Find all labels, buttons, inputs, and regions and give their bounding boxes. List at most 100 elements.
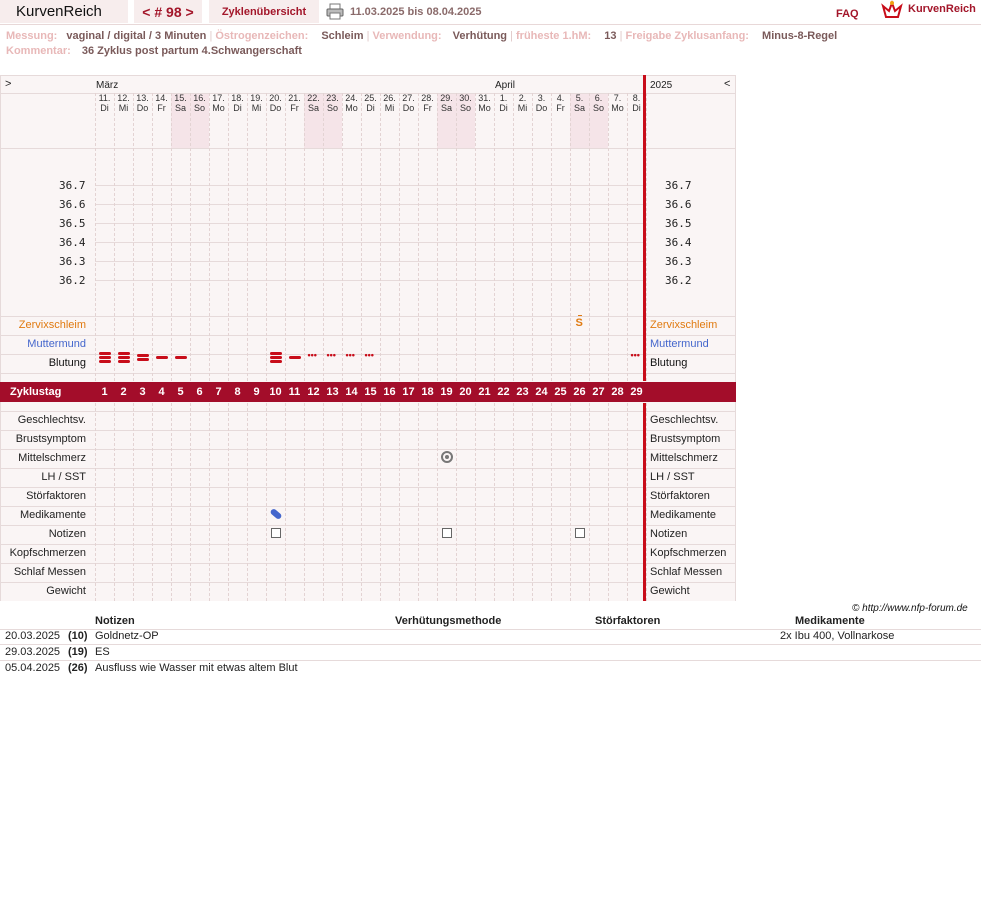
- app-title[interactable]: KurvenReich: [0, 0, 128, 23]
- row-label-left: Gewicht: [46, 585, 86, 597]
- bleeding-mark[interactable]: [269, 360, 282, 363]
- nav-next[interactable]: <: [724, 78, 730, 90]
- printer-icon[interactable]: [326, 3, 344, 20]
- zyklustag-number[interactable]: 15: [361, 382, 380, 402]
- logo-text: KurvenReich: [908, 3, 976, 15]
- grid-vline: [418, 93, 419, 381]
- cycle-navigator[interactable]: < # 98 >: [134, 0, 202, 23]
- temp-label-left: 36.7: [59, 179, 86, 192]
- row-day: (19): [68, 646, 88, 658]
- day-date: 2.: [518, 93, 527, 103]
- mittelschmerz-icon[interactable]: [440, 451, 453, 463]
- zyklustag-number[interactable]: 12: [304, 382, 323, 402]
- zyklustag-number[interactable]: 22: [494, 382, 513, 402]
- bleeding-mark[interactable]: [117, 356, 130, 359]
- oestrogen-value: Schleim: [321, 30, 364, 42]
- zyklustag-number[interactable]: 27: [589, 382, 608, 402]
- day-weekday: Di: [366, 103, 375, 113]
- zyklustag-number[interactable]: 18: [418, 382, 437, 402]
- zyklustag-number[interactable]: 23: [513, 382, 532, 402]
- zyklustag-number[interactable]: 6: [190, 382, 209, 402]
- zyklustag-number[interactable]: 28: [608, 382, 627, 402]
- zyklustag-number[interactable]: 9: [247, 382, 266, 402]
- zervix-mark[interactable]: S: [576, 318, 583, 329]
- zyklustag-number[interactable]: 21: [475, 382, 494, 402]
- grid-vline: [627, 93, 628, 381]
- bleeding-mark[interactable]: [98, 356, 111, 359]
- zyklustag-number[interactable]: 5: [171, 382, 190, 402]
- grid-vline: [209, 403, 210, 601]
- col-verhuetung: Verhütungsmethode: [395, 615, 502, 627]
- spotting-mark[interactable]: •••: [308, 351, 317, 360]
- day-date: 13.: [136, 93, 149, 103]
- zyklustag-number[interactable]: 16: [380, 382, 399, 402]
- zyklustag-number[interactable]: 10: [266, 382, 285, 402]
- grid-vline: [304, 403, 305, 601]
- day-label: 15. Sa: [171, 93, 190, 113]
- zyklustag-number[interactable]: 17: [399, 382, 418, 402]
- bleeding-mark[interactable]: [98, 352, 111, 355]
- bleeding-mark[interactable]: [117, 360, 130, 363]
- zyklustag-number[interactable]: 20: [456, 382, 475, 402]
- grid-vline: [456, 93, 457, 381]
- spotting-mark[interactable]: •••: [631, 351, 640, 360]
- logo[interactable]: KurvenReich: [880, 0, 980, 20]
- day-weekday: Do: [269, 103, 282, 113]
- faq-link[interactable]: FAQ: [836, 2, 859, 25]
- day-label: 17. Mo: [209, 93, 228, 113]
- temp-label-left: 36.6: [59, 198, 86, 211]
- bleeding-mark[interactable]: [269, 356, 282, 359]
- cycle-overview-link[interactable]: Zyklenübersicht: [209, 0, 319, 23]
- bleeding-mark[interactable]: [117, 352, 130, 355]
- zyklustag-number[interactable]: 25: [551, 382, 570, 402]
- zyklustag-number[interactable]: 1: [95, 382, 114, 402]
- nav-prev[interactable]: >: [5, 78, 11, 90]
- grid-vline: [608, 93, 609, 381]
- grid-vline: [532, 93, 533, 381]
- zyklustag-number[interactable]: 11: [285, 382, 304, 402]
- freigabe-value: Minus-8-Regel: [762, 30, 838, 42]
- zyklustag-number[interactable]: 8: [228, 382, 247, 402]
- zyklustag-number[interactable]: 7: [209, 382, 228, 402]
- note-icon[interactable]: [441, 528, 452, 538]
- note-icon[interactable]: [574, 528, 585, 538]
- spotting-mark[interactable]: •••: [365, 351, 374, 360]
- temp-label-left: 36.2: [59, 274, 86, 287]
- grid-vline: [190, 403, 191, 601]
- copyright[interactable]: © http://www.nfp-forum.de: [852, 603, 968, 614]
- zyklustag-number[interactable]: 24: [532, 382, 551, 402]
- grid-vline: [228, 403, 229, 601]
- day-weekday: Di: [233, 103, 242, 113]
- temp-label-right: 36.4: [665, 236, 692, 249]
- grid-vline: [513, 403, 514, 601]
- zyklustag-number[interactable]: 14: [342, 382, 361, 402]
- grid-hline: [0, 75, 736, 76]
- bleeding-mark[interactable]: [288, 356, 301, 359]
- row-day: (26): [68, 662, 88, 674]
- zyklustag-number[interactable]: 19: [437, 382, 456, 402]
- bleeding-mark[interactable]: [136, 358, 149, 361]
- row-label-right: Schlaf Messen: [650, 566, 723, 578]
- temp-label-left: 36.3: [59, 255, 86, 268]
- spotting-mark[interactable]: •••: [327, 351, 336, 360]
- note-icon[interactable]: [270, 528, 281, 538]
- bleeding-mark[interactable]: [155, 356, 168, 359]
- zyklustag-number[interactable]: 3: [133, 382, 152, 402]
- zyklustag-number[interactable]: 2: [114, 382, 133, 402]
- bleeding-mark[interactable]: [98, 360, 111, 363]
- col-stoerfaktoren: Störfaktoren: [595, 615, 661, 627]
- grid-vline: [437, 403, 438, 601]
- bleeding-mark[interactable]: [136, 354, 149, 357]
- zyklustag-number[interactable]: 26: [570, 382, 589, 402]
- bleeding-mark[interactable]: [174, 356, 187, 359]
- day-label: 3. Do: [532, 93, 551, 113]
- zyklustag-number[interactable]: 13: [323, 382, 342, 402]
- zyklustag-number[interactable]: 29: [627, 382, 646, 402]
- spotting-mark[interactable]: •••: [346, 351, 355, 360]
- bleeding-mark[interactable]: [269, 352, 282, 355]
- today-line: [643, 75, 646, 381]
- temp-gridline: [95, 185, 643, 186]
- day-weekday: Mo: [611, 103, 624, 113]
- zyklustag-number[interactable]: 4: [152, 382, 171, 402]
- day-label: 30. So: [456, 93, 475, 113]
